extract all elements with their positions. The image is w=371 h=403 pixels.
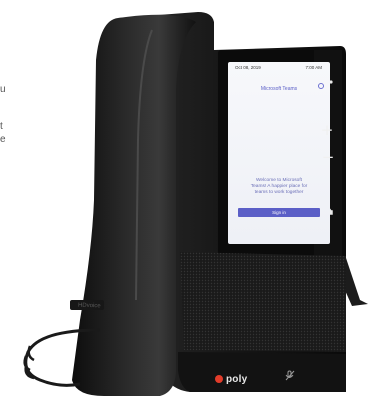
gear-icon[interactable] — [318, 83, 324, 89]
bottom-bar — [178, 352, 346, 392]
phone-screen: Oct 08, 2019 7:00 AM Microsoft Teams Wel… — [228, 62, 330, 244]
caption-fragment: t — [0, 121, 3, 132]
handset-brand: HDvoice — [77, 302, 101, 310]
poly-logo-icon — [215, 375, 223, 383]
volume-down-key[interactable]: − — [320, 148, 336, 166]
status-time: 7:00 AM — [305, 65, 322, 70]
status-bar: Oct 08, 2019 7:00 AM — [228, 62, 330, 72]
speaker-grill — [180, 252, 346, 352]
volume-up-key[interactable]: + — [319, 121, 335, 139]
caption-fragment: e — [0, 134, 6, 145]
app-title: Microsoft Teams — [260, 86, 298, 92]
caption-fragment: u — [0, 84, 6, 95]
sign-in-button[interactable]: Sign in — [238, 208, 320, 217]
welcome-text: teams to work together — [254, 190, 304, 195]
brand-logo: poly — [226, 374, 248, 385]
status-date: Oct 08, 2019 — [235, 65, 261, 70]
